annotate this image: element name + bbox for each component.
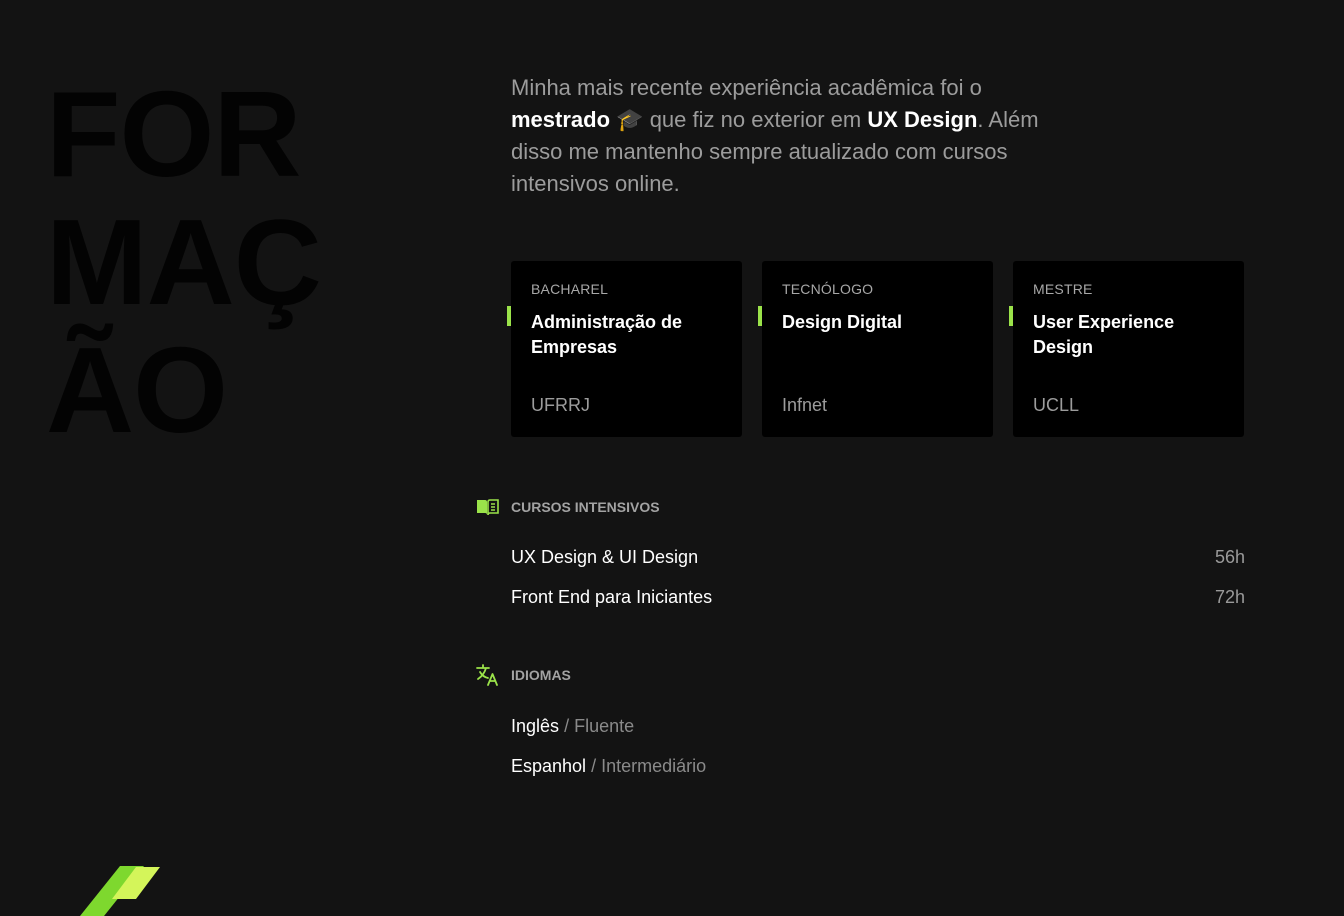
degree-card: BACHAREL Administração de Empresas UFRRJ — [507, 261, 742, 437]
degree-level: TECNÓLOGO — [782, 281, 874, 297]
accent-bar — [758, 306, 762, 326]
brand-logo — [80, 866, 160, 916]
degree-card: MESTRE User Experience Design UCLL — [1009, 261, 1244, 437]
courses-heading: CURSOS INTENSIVOS — [475, 496, 660, 518]
degree-name: Design Digital — [782, 312, 903, 332]
degree-card: TECNÓLOGO Design Digital Infnet — [758, 261, 993, 437]
degree-name: User Experience Design — [1033, 312, 1175, 357]
language-name: Inglês — [511, 716, 560, 736]
book-icon — [475, 496, 499, 518]
intro-highlight: mestrado — [511, 107, 611, 132]
course-title: UX Design & UI Design — [511, 547, 699, 567]
degree-cards: BACHAREL Administração de Empresas UFRRJ… — [507, 261, 1244, 437]
language-level: Intermediário — [601, 756, 707, 776]
list-item: Espanhol / Intermediário — [511, 754, 1245, 794]
intro-paragraph: Minha mais recente experiência acadêmica… — [511, 72, 1071, 200]
degree-school: UCLL — [1033, 395, 1080, 415]
degree-school: UFRRJ — [531, 395, 590, 415]
degree-name: Administração de Empresas — [531, 312, 683, 357]
accent-bar — [1009, 306, 1013, 326]
graduation-cap-icon: 🎓 — [616, 107, 644, 132]
section-title: FOR MAÇ ÃO — [46, 66, 322, 458]
intro-text: Minha mais recente experiência acadêmica… — [511, 75, 982, 100]
separator: / — [564, 716, 575, 736]
languages-list: Inglês / Fluente Espanhol / Intermediári… — [511, 714, 1245, 794]
degree-level: BACHAREL — [531, 281, 609, 297]
languages-heading: IDIOMAS — [475, 664, 571, 686]
intro-text: que fiz no exterior em — [643, 107, 868, 132]
courses-list: UX Design & UI Design 56h Front End para… — [511, 545, 1245, 625]
separator: / — [591, 756, 602, 776]
accent-bar — [507, 306, 511, 326]
degree-level: MESTRE — [1033, 281, 1093, 297]
title-line: ÃO — [46, 322, 228, 458]
language-level: Fluente — [574, 716, 635, 736]
course-hours: 72h — [1214, 587, 1245, 607]
intro-highlight: UX Design — [867, 107, 978, 132]
languages-label: IDIOMAS — [511, 667, 571, 683]
translate-icon — [475, 664, 499, 686]
list-item: Inglês / Fluente — [511, 714, 1245, 754]
course-hours: 56h — [1214, 547, 1245, 567]
course-title: Front End para Iniciantes — [511, 587, 713, 607]
title-line: FOR — [46, 66, 302, 202]
language-name: Espanhol — [511, 756, 587, 776]
courses-label: CURSOS INTENSIVOS — [511, 499, 660, 515]
degree-school: Infnet — [782, 395, 828, 415]
list-item: Front End para Iniciantes 72h — [511, 585, 1245, 625]
title-line: MAÇ — [46, 194, 322, 330]
list-item: UX Design & UI Design 56h — [511, 545, 1245, 585]
